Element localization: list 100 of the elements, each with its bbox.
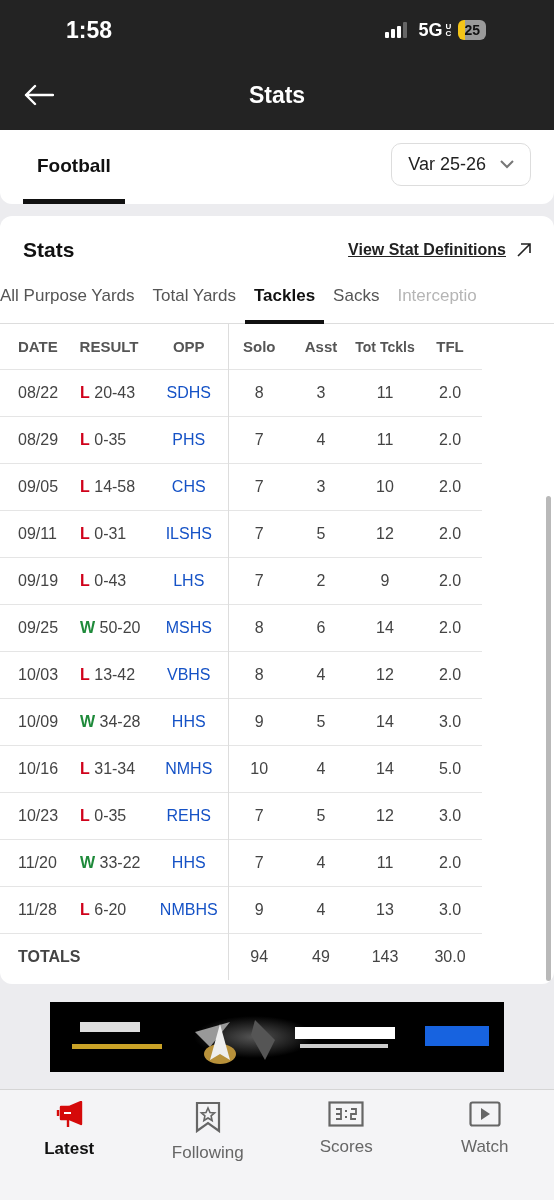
opponent-link[interactable]: HHS [171, 713, 206, 730]
column-header: OPP [150, 324, 228, 370]
nav-tab[interactable]: Following [152, 1100, 263, 1164]
nav-tab[interactable]: Latest [14, 1100, 125, 1160]
table-cell: 3.0 [418, 886, 482, 934]
table-cell: 7 [228, 839, 290, 887]
result-letter: W [80, 713, 96, 730]
stat-tab[interactable]: All Purpose Yards [0, 276, 144, 324]
table-cell: 14 [352, 604, 418, 652]
table-cell: 14 [352, 698, 418, 746]
result-letter: L [80, 666, 90, 683]
date-cell: 09/05 [0, 463, 68, 511]
date-cell: 10/03 [0, 651, 68, 699]
table-cell: 8 [228, 369, 290, 417]
table-cell: 5 [290, 698, 352, 746]
section-title: Stats [23, 238, 76, 262]
result-letter: L [80, 572, 90, 589]
result-letter: W [80, 619, 96, 636]
table-cell: 2.0 [418, 604, 482, 652]
date-cell: 10/23 [0, 792, 68, 840]
opponent-link[interactable]: LHS [173, 572, 205, 589]
stat-tab[interactable]: Tackles [245, 276, 325, 324]
date-cell: 09/25 [0, 604, 68, 652]
season-dropdown[interactable]: Var 25-26 [391, 142, 531, 186]
table-cell: 7 [228, 557, 290, 605]
scrollbar[interactable] [546, 496, 551, 981]
totals-label: TOTALS [0, 933, 228, 980]
opponent-link[interactable]: PHS [172, 431, 206, 448]
column-header: Tot Tckls [352, 324, 418, 370]
stat-tab[interactable]: Sacks [324, 276, 389, 324]
nav-tab[interactable]: Watch [429, 1100, 540, 1158]
result-letter: L [80, 760, 90, 777]
table-cell: 11 [352, 416, 418, 464]
table-cell: 10 [228, 745, 290, 793]
table-cell: 7 [228, 792, 290, 840]
score-text: 0-31 [94, 525, 127, 542]
table-cell: 2.0 [418, 839, 482, 887]
score-text: 14-58 [94, 478, 136, 495]
table-cell: 12 [352, 651, 418, 699]
opponent-link[interactable]: MSHS [165, 619, 212, 636]
chevron-down-icon [500, 159, 514, 169]
date-cell: 11/20 [0, 839, 68, 887]
table-cell: 2.0 [418, 510, 482, 558]
result-letter: L [80, 807, 90, 824]
result-letter: L [80, 525, 90, 542]
network-label: 5G [418, 19, 443, 41]
table-cell: 30.0 [418, 933, 482, 980]
page-title: Stats [248, 81, 306, 109]
table-cell: 7 [228, 463, 290, 511]
date-cell: 10/09 [0, 698, 68, 746]
back-arrow-icon[interactable] [24, 84, 54, 106]
play-icon [468, 1101, 501, 1127]
table-cell: 94 [228, 933, 290, 980]
column-header: TFL [418, 324, 482, 370]
stat-tab[interactable]: Total Yards [143, 276, 245, 324]
table-cell: 13 [352, 886, 418, 934]
opponent-link[interactable]: ILSHS [165, 525, 212, 542]
table-cell: 3.0 [418, 792, 482, 840]
table-cell: 4 [290, 416, 352, 464]
status-time: 1:58 [66, 16, 113, 44]
opponent-link[interactable]: VBHS [166, 666, 211, 683]
date-cell: 11/28 [0, 886, 68, 934]
result-letter: L [80, 431, 90, 448]
opponent-link[interactable]: NMHS [165, 760, 213, 777]
score-text: 33-22 [99, 854, 141, 871]
battery-level: 25 [458, 20, 486, 40]
opponent-link[interactable]: CHS [171, 478, 206, 495]
table-cell: 2.0 [418, 557, 482, 605]
table-cell: 14 [352, 745, 418, 793]
table-cell: 6 [290, 604, 352, 652]
date-cell: 08/22 [0, 369, 68, 417]
score-text: 0-35 [94, 807, 127, 824]
table-cell: 12 [352, 510, 418, 558]
opponent-link[interactable]: HHS [171, 854, 206, 871]
column-header: Asst [290, 324, 352, 370]
column-header: RESULT [68, 324, 150, 370]
opponent-link[interactable]: SDHS [166, 384, 211, 401]
table-cell: 2.0 [418, 463, 482, 511]
result-letter: L [80, 901, 90, 918]
table-cell: 8 [228, 604, 290, 652]
table-cell: 3 [290, 463, 352, 511]
score-text: 0-43 [94, 572, 127, 589]
table-cell: 10 [352, 463, 418, 511]
stat-definitions-link[interactable]: View Stat Definitions [348, 241, 506, 259]
opponent-link[interactable]: REHS [166, 807, 211, 824]
table-cell: 2.0 [418, 416, 482, 464]
date-cell: 09/11 [0, 510, 68, 558]
table-cell: 4 [290, 651, 352, 699]
sport-tab[interactable]: Football [23, 155, 125, 204]
result-letter: L [80, 384, 90, 401]
score-text: 0-35 [94, 431, 127, 448]
table-cell: 9 [228, 886, 290, 934]
nav-tab[interactable]: Scores [291, 1100, 402, 1158]
date-cell: 09/19 [0, 557, 68, 605]
table-cell: 5.0 [418, 745, 482, 793]
table-cell: 11 [352, 839, 418, 887]
result-letter: L [80, 478, 90, 495]
date-cell: 08/29 [0, 416, 68, 464]
opponent-link[interactable]: NMBHS [159, 901, 218, 918]
score-text: 20-43 [94, 384, 136, 401]
